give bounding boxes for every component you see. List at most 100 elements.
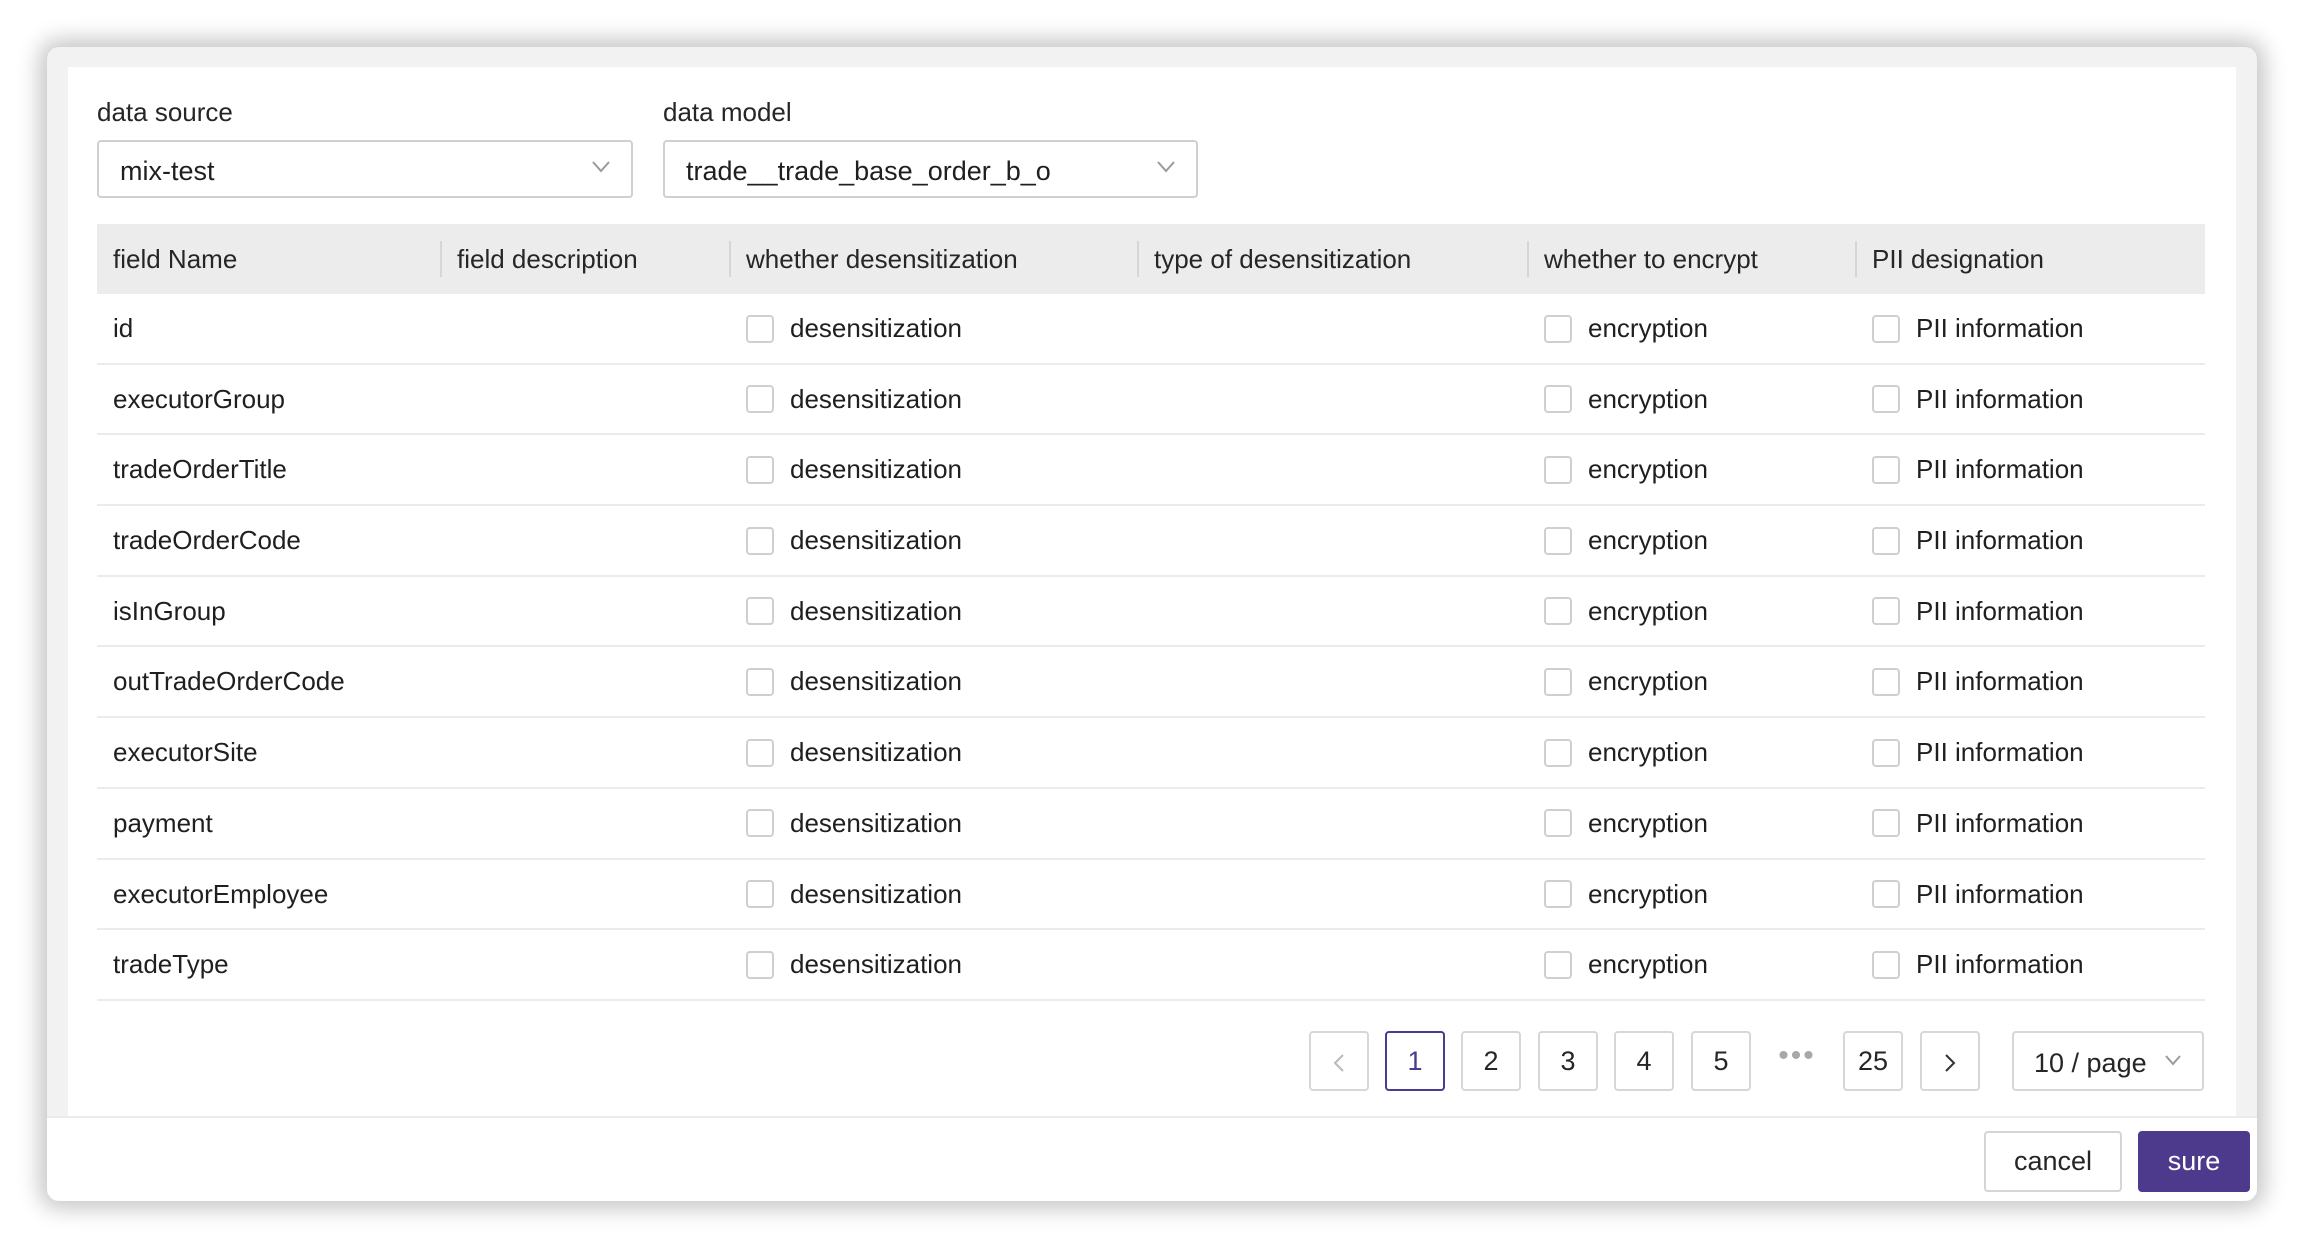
checkbox[interactable] [1872,455,1900,484]
desensitization-checkbox[interactable]: desensitization [730,718,962,787]
checkbox-label: desensitization [790,313,962,343]
field-name-cell: tradeType [113,949,229,980]
checkbox[interactable] [746,526,774,555]
next-page-button[interactable] [1920,1031,1980,1091]
checkbox[interactable] [746,809,774,838]
desensitization-checkbox[interactable]: desensitization [730,577,962,646]
page-ellipsis[interactable]: ••• [1767,1031,1827,1091]
checkbox-label: PII information [1916,525,2084,556]
checkbox[interactable] [1544,809,1572,838]
table-row: executorGroup desensitization encryption PI… [97,365,2205,436]
checkbox[interactable] [1872,667,1900,696]
checkbox[interactable] [746,455,774,484]
encryption-checkbox[interactable]: encryption [1528,435,1708,504]
table-body: id desensitization encryption PII informati… [97,294,2205,1001]
desensitization-checkbox[interactable]: desensitization [730,789,962,858]
pii-checkbox[interactable]: PII information [1856,577,2084,646]
checkbox-label: PII information [1916,878,2084,909]
pii-checkbox[interactable]: PII information [1856,718,2084,787]
checkbox[interactable] [1872,597,1900,626]
checkbox[interactable] [746,667,774,696]
pii-checkbox[interactable]: PII information [1856,506,2084,575]
checkbox-label: desensitization [790,878,962,909]
field-name-cell: id [113,313,134,343]
checkbox[interactable] [1872,809,1900,838]
pii-checkbox[interactable]: PII information [1856,365,2084,434]
encryption-checkbox[interactable]: encryption [1528,577,1708,646]
checkbox[interactable] [1872,385,1900,414]
checkbox[interactable] [1872,880,1900,908]
cancel-button[interactable]: cancel [1984,1131,2122,1192]
encryption-checkbox[interactable]: encryption [1528,930,1708,999]
desensitization-checkbox[interactable]: desensitization [730,930,962,999]
page-button-2[interactable]: 2 [1461,1031,1521,1091]
checkbox[interactable] [1544,526,1572,555]
checkbox[interactable] [1544,385,1572,414]
chevron-left-icon [1333,1054,1344,1072]
prev-page-button[interactable] [1309,1031,1369,1091]
page-button-4[interactable]: 4 [1614,1031,1674,1091]
pii-checkbox[interactable]: PII information [1856,860,2084,929]
checkbox[interactable] [746,950,774,979]
page-button-3[interactable]: 3 [1538,1031,1598,1091]
checkbox[interactable] [1544,738,1572,767]
checkbox-label: encryption [1588,878,1708,909]
checkbox[interactable] [1872,738,1900,767]
checkbox-label: PII information [1916,595,2084,626]
encryption-checkbox[interactable]: encryption [1528,506,1708,575]
encryption-checkbox[interactable]: encryption [1528,647,1708,716]
pii-checkbox[interactable]: PII information [1856,789,2084,858]
encryption-checkbox[interactable]: encryption [1528,365,1708,434]
checkbox[interactable] [1544,950,1572,979]
checkbox[interactable] [1544,597,1572,626]
sure-button[interactable]: sure [2138,1131,2250,1192]
checkbox[interactable] [1544,314,1572,343]
table-row: isInGroup desensitization encryption PII in… [97,577,2205,648]
checkbox[interactable] [746,314,774,343]
checkbox[interactable] [746,880,774,908]
checkbox[interactable] [746,385,774,414]
desensitization-checkbox[interactable]: desensitization [730,294,962,363]
checkbox[interactable] [1872,314,1900,343]
checkbox[interactable] [1544,455,1572,484]
data-model-select[interactable]: trade__trade_base_order_b_o [663,140,1198,198]
checkbox[interactable] [746,597,774,626]
field-name-cell: tradeOrderCode [113,525,301,556]
checkbox[interactable] [746,738,774,767]
page-size-select[interactable]: 10 / page [2012,1031,2204,1091]
field-description-cell [441,435,729,504]
checkbox[interactable] [1872,950,1900,979]
checkbox[interactable] [1872,526,1900,555]
page-button-last[interactable]: 25 [1843,1031,1903,1091]
checkbox[interactable] [1544,667,1572,696]
page-button-1[interactable]: 1 [1385,1031,1445,1091]
encryption-checkbox[interactable]: encryption [1528,789,1708,858]
desensitization-checkbox[interactable]: desensitization [730,435,962,504]
encryption-checkbox[interactable]: encryption [1528,718,1708,787]
pii-checkbox[interactable]: PII information [1856,647,2084,716]
table-row: outTradeOrderCode desensitization encrypti… [97,647,2205,719]
desensitization-checkbox[interactable]: desensitization [730,647,962,716]
desensitization-checkbox[interactable]: desensitization [730,506,962,575]
chevron-down-icon [1157,161,1175,173]
desensitization-type-cell [1138,365,1528,434]
checkbox-label: encryption [1588,949,1708,980]
data-source-select[interactable]: mix-test [97,140,633,198]
encryption-checkbox[interactable]: encryption [1528,294,1708,363]
data-source-label: data source [97,97,233,127]
checkbox-label: encryption [1588,525,1708,556]
desensitization-type-cell [1138,506,1528,575]
pii-checkbox[interactable]: PII information [1856,294,2084,363]
chevron-down-icon [592,161,610,173]
field-description-cell [441,789,729,858]
pii-checkbox[interactable]: PII information [1856,930,2084,999]
page-button-5[interactable]: 5 [1691,1031,1751,1091]
checkbox-label: desensitization [790,595,962,626]
desensitization-checkbox[interactable]: desensitization [730,860,962,929]
encryption-checkbox[interactable]: encryption [1528,860,1708,929]
checkbox-label: desensitization [790,525,962,556]
pii-checkbox[interactable]: PII information [1856,435,2084,504]
checkbox[interactable] [1544,880,1572,908]
desensitization-checkbox[interactable]: desensitization [730,365,962,434]
field-name-cell: isInGroup [113,595,226,626]
